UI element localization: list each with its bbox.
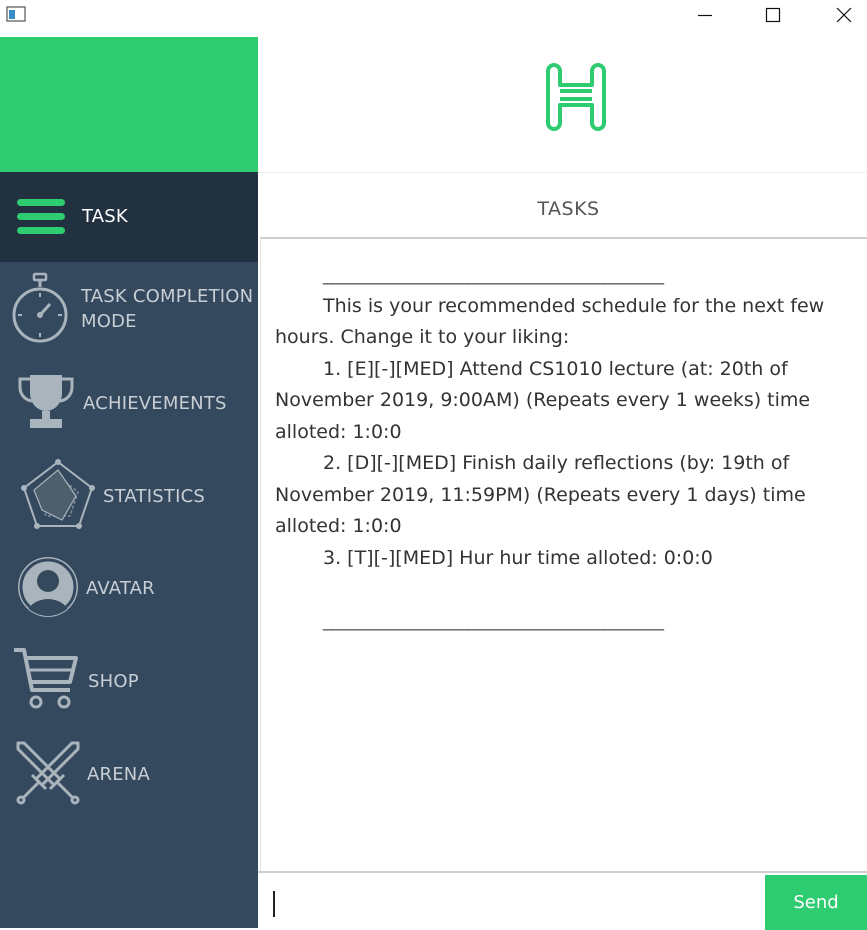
radar-chart-icon: [21, 459, 95, 529]
crossed-swords-icon: [16, 741, 80, 805]
list-item: 3. [T][-][MED] Hur hur time alloted: 0:0…: [323, 546, 713, 569]
app-window-icon: [6, 6, 26, 22]
trophy-icon: [18, 375, 74, 428]
sidebar-item-label: ACHIEVEMENTS: [83, 393, 227, 414]
minimize-button[interactable]: [682, 0, 728, 32]
command-input[interactable]: [262, 875, 764, 927]
input-bar: Send: [258, 871, 867, 930]
hamburger-menu-icon: [17, 199, 65, 234]
sidebar-header: [0, 37, 258, 172]
message-text: ________________________________________…: [275, 259, 850, 637]
sidebar-item-label: STATISTICS: [103, 486, 205, 507]
list-item: 2. [D][-][MED] Finish daily reflections …: [275, 452, 806, 537]
message-intro: This is your recommended schedule for th…: [275, 294, 825, 349]
sidebar-item-label: SHOP: [88, 671, 139, 692]
sidebar-item-label: ARENA: [87, 764, 150, 785]
sidebar-item-shop[interactable]: SHOP: [0, 634, 258, 727]
divider-line: ________________________________________: [323, 609, 664, 631]
sidebar-item-arena[interactable]: ARENA: [0, 727, 258, 820]
close-button[interactable]: [821, 0, 867, 32]
shopping-cart-icon: [14, 648, 78, 709]
sidebar-item-label: TASK: [82, 206, 128, 227]
main-panel: TASKS __________________________________…: [258, 37, 867, 930]
sidebar: TASK TASK COMPLETION MODE ACHIEVEMENTS S…: [0, 37, 258, 928]
user-avatar-icon: [18, 557, 78, 617]
sidebar-item-avatar[interactable]: AVATAR: [0, 541, 258, 634]
send-button[interactable]: Send: [765, 875, 867, 930]
text-caret: [273, 891, 275, 917]
divider-line: ________________________________________: [323, 263, 664, 285]
maximize-button[interactable]: [750, 0, 796, 32]
chat-output: ________________________________________…: [260, 237, 867, 873]
section-header: TASKS: [258, 172, 867, 238]
close-icon: [836, 7, 852, 23]
h-logo-icon: [546, 63, 606, 131]
logo-area: [258, 37, 867, 172]
sidebar-item-label: AVATAR: [86, 578, 155, 599]
page-title: TASKS: [537, 198, 600, 220]
title-bar: [0, 0, 867, 37]
sidebar-item-label: TASK COMPLETION MODE: [81, 286, 254, 332]
minimize-icon: [698, 14, 712, 17]
sidebar-item-achievements[interactable]: ACHIEVEMENTS: [0, 355, 258, 448]
sidebar-item-task[interactable]: TASK: [0, 172, 258, 262]
sidebar-item-task-completion-mode[interactable]: TASK COMPLETION MODE: [0, 262, 258, 355]
list-item: 1. [E][-][MED] Attend CS1010 lecture (at…: [275, 357, 811, 443]
maximize-icon: [765, 7, 781, 23]
sidebar-item-statistics[interactable]: STATISTICS: [0, 448, 258, 541]
stopwatch-icon: [12, 272, 68, 343]
